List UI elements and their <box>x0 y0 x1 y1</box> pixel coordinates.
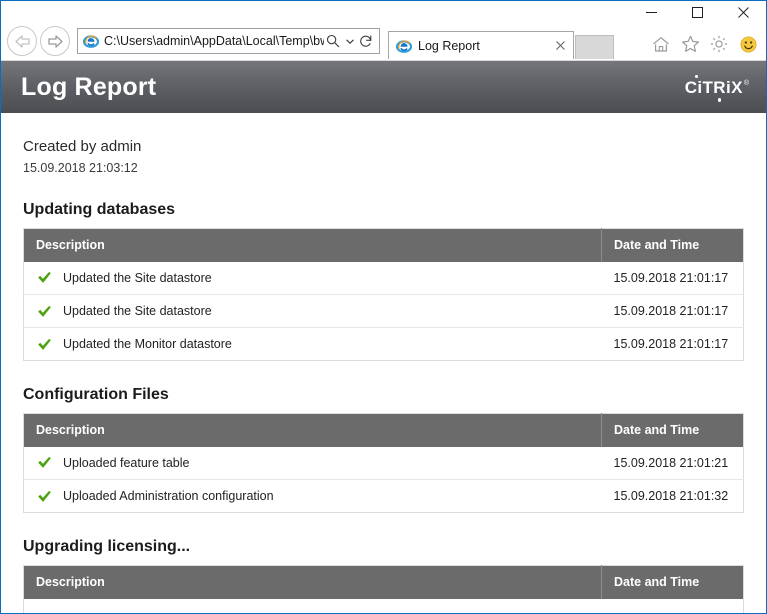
cell-description: Updated the Site datastore <box>24 262 602 295</box>
table-row: Uploaded Administration configuration 15.… <box>24 480 744 513</box>
chevron-down-icon <box>346 39 354 44</box>
feedback-button[interactable] <box>738 34 758 54</box>
internet-explorer-icon <box>396 38 412 54</box>
page-banner: Log Report CiTRiX ® <box>1 61 766 113</box>
address-bar[interactable]: C:\Users\admin\AppData\Local\Temp\bw <box>77 28 380 54</box>
column-header-date-time: Date and Time <box>602 566 744 599</box>
home-icon <box>652 36 670 53</box>
maximize-button[interactable] <box>674 1 720 23</box>
report-table: DescriptionDate and TimeUploaded feature… <box>23 413 744 513</box>
green-check-icon <box>36 336 52 352</box>
report-sections: Updating databasesDescriptionDate and Ti… <box>23 200 744 614</box>
table-header-row: DescriptionDate and Time <box>24 229 744 262</box>
cell-date-time: 15.09.2018 21:01:17 <box>602 295 744 328</box>
table-empty-cell <box>24 599 744 614</box>
green-check-icon <box>36 270 52 286</box>
refresh-button[interactable] <box>357 32 375 50</box>
settings-button[interactable] <box>709 34 729 54</box>
tab-close-button[interactable] <box>551 37 569 55</box>
table-empty-row <box>24 599 744 614</box>
section-title: Configuration Files <box>23 385 744 405</box>
column-header-description: Description <box>24 229 602 262</box>
minimize-icon <box>646 7 657 18</box>
column-header-description: Description <box>24 414 602 447</box>
address-dropdown-button[interactable] <box>344 32 355 50</box>
row-description-text: Uploaded Administration configuration <box>63 489 274 503</box>
page-title: Log Report <box>21 73 685 102</box>
report-section: Upgrading licensing... DescriptionDate an… <box>23 537 744 614</box>
cell-date-time: 15.09.2018 21:01:21 <box>602 447 744 480</box>
search-icon <box>326 34 340 48</box>
citrix-logo-dot-bottom <box>718 98 722 102</box>
favorites-button[interactable] <box>680 34 700 54</box>
table-header-row: DescriptionDate and Time <box>24 566 744 599</box>
created-by-label: Created by admin <box>23 137 744 157</box>
table-header-row: DescriptionDate and Time <box>24 414 744 447</box>
home-button[interactable] <box>651 34 671 54</box>
browser-window: C:\Users\admin\AppData\Local\Temp\bw <box>0 0 767 614</box>
close-button[interactable] <box>720 1 766 23</box>
row-description-text: Updated the Monitor datastore <box>63 337 232 351</box>
column-header-date-time: Date and Time <box>602 229 744 262</box>
table-row: Updated the Site datastore 15.09.2018 21:… <box>24 262 744 295</box>
cell-description: Uploaded Administration configuration <box>24 480 602 513</box>
row-description-text: Updated the Site datastore <box>63 304 212 318</box>
window-title-bar <box>1 1 766 23</box>
back-button[interactable] <box>7 26 37 56</box>
refresh-icon <box>359 34 373 48</box>
new-tab-button[interactable] <box>575 35 614 59</box>
search-button[interactable] <box>324 32 342 50</box>
cell-description: Uploaded feature table <box>24 447 602 480</box>
report-body: Created by admin 15.09.2018 21:03:12 Upd… <box>1 113 766 614</box>
maximize-icon <box>692 7 703 18</box>
report-meta: Created by admin 15.09.2018 21:03:12 <box>23 137 744 176</box>
report-table: DescriptionDate and TimeUpdated the Site… <box>23 228 744 361</box>
tab-title: Log Report <box>418 39 551 53</box>
cell-date-time: 15.09.2018 21:01:17 <box>602 328 744 361</box>
cell-description: Updated the Site datastore <box>24 295 602 328</box>
table-row: Updated the Site datastore 15.09.2018 21:… <box>24 295 744 328</box>
column-header-description: Description <box>24 566 602 599</box>
internet-explorer-icon <box>83 33 99 49</box>
close-icon <box>556 41 565 50</box>
green-check-icon <box>36 455 52 471</box>
forward-button[interactable] <box>40 26 70 56</box>
green-check-icon <box>36 303 52 319</box>
tab-strip: Log Report <box>388 23 614 59</box>
row-description-text: Updated the Site datastore <box>63 271 212 285</box>
citrix-logo-text: CiTRiX <box>685 79 743 96</box>
cell-date-time: 15.09.2018 21:01:32 <box>602 480 744 513</box>
section-title: Updating databases <box>23 200 744 220</box>
citrix-logo: CiTRiX ® <box>685 79 748 96</box>
table-row: Uploaded feature table 15.09.2018 21:01:2… <box>24 447 744 480</box>
report-table: DescriptionDate and Time <box>23 565 744 614</box>
minimize-button[interactable] <box>628 1 674 23</box>
tab-log-report[interactable]: Log Report <box>388 31 574 59</box>
feedback-smiley-icon <box>740 36 757 53</box>
browser-toolbar-actions <box>651 34 758 54</box>
browser-navigation-bar: C:\Users\admin\AppData\Local\Temp\bw <box>1 23 766 59</box>
table-row: Updated the Monitor datastore 15.09.2018 … <box>24 328 744 361</box>
address-input[interactable]: C:\Users\admin\AppData\Local\Temp\bw <box>104 33 324 49</box>
address-bar-actions <box>324 32 375 50</box>
forward-arrow-icon <box>47 34 64 49</box>
back-arrow-icon <box>14 34 31 49</box>
green-check-icon <box>36 488 52 504</box>
favorites-star-icon <box>681 35 700 53</box>
cell-description: Updated the Monitor datastore <box>24 328 602 361</box>
window-controls <box>628 1 766 23</box>
report-section: Updating databases DescriptionDate and Ti… <box>23 200 744 361</box>
report-section: Configuration Files DescriptionDate and T… <box>23 385 744 513</box>
row-description-text: Uploaded feature table <box>63 456 189 470</box>
section-title: Upgrading licensing... <box>23 537 744 557</box>
settings-gear-icon <box>710 35 728 53</box>
cell-date-time: 15.09.2018 21:01:17 <box>602 262 744 295</box>
close-icon <box>738 7 749 18</box>
column-header-date-time: Date and Time <box>602 414 744 447</box>
created-timestamp: 15.09.2018 21:03:12 <box>23 160 744 176</box>
registered-mark: ® <box>744 80 749 87</box>
